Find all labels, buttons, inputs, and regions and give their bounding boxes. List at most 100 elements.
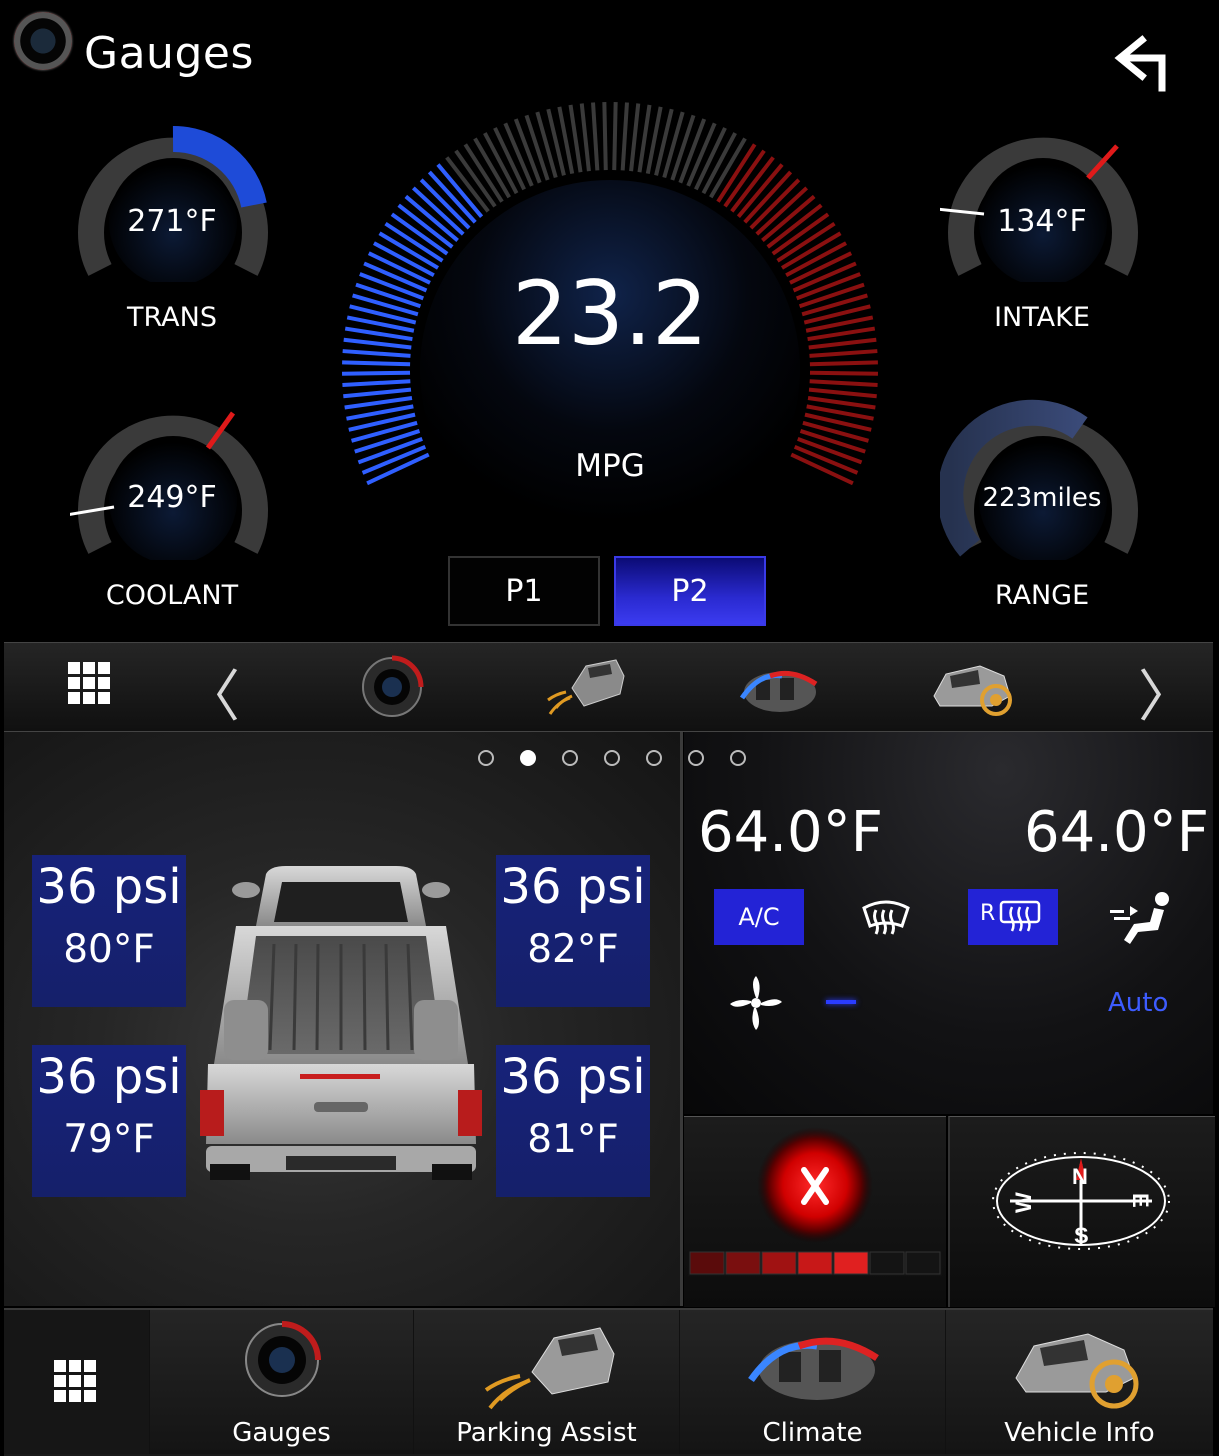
mpg-unit: MPG: [575, 448, 645, 484]
tire-front-right-temp: 82°F: [527, 927, 619, 972]
page-dot[interactable]: [478, 750, 494, 766]
nav-climate[interactable]: Climate: [680, 1310, 946, 1454]
tire-rear-left-temp: 79°F: [63, 1117, 155, 1162]
intake-gauge: [940, 137, 1138, 282]
mpg-tick: [612, 102, 618, 171]
nav-gauges-label: Gauges: [232, 1418, 331, 1448]
ac-button[interactable]: A/C: [714, 889, 804, 945]
mpg-tick: [591, 102, 600, 171]
back-button[interactable]: [1110, 34, 1174, 94]
carousel-vehicle-info-icon[interactable]: [930, 656, 1016, 718]
chevron-left-icon[interactable]: 〈: [184, 652, 240, 733]
rear-defrost-button[interactable]: R: [968, 889, 1058, 945]
grid-menu-icon[interactable]: [68, 662, 110, 704]
mpg-tick: [799, 429, 866, 454]
signal-segment: [761, 1251, 797, 1275]
signal-bar: [688, 1250, 942, 1276]
tire-rear-right: 36 psi 81°F: [496, 1045, 650, 1197]
compass-e: E: [1128, 1193, 1153, 1208]
signal-segment: [689, 1251, 725, 1275]
mpg-tick: [808, 387, 877, 399]
tire-rear-right-pressure: 36 psi: [500, 1049, 646, 1105]
mpg-tick: [809, 370, 879, 376]
rear-defrost-icon: [999, 900, 1041, 932]
mpg-tick: [344, 396, 413, 410]
nav-climate-label: Climate: [762, 1418, 863, 1448]
vehicle-info-icon: [1014, 1333, 1138, 1409]
tire-rear-left-pressure: 36 psi: [36, 1049, 182, 1105]
range-gauge: [940, 399, 1138, 560]
mpg-tick: [342, 349, 411, 358]
fan-icon: [730, 976, 782, 1030]
intake-value: 134°F: [997, 204, 1087, 239]
gauges-icon: [244, 1321, 321, 1397]
mpg-value: 23.2: [512, 262, 708, 365]
right-temperature[interactable]: 64.0°F: [1024, 800, 1209, 865]
carousel-climate-icon[interactable]: [736, 658, 820, 720]
rear-defrost-label: R: [980, 901, 996, 926]
tire-rear-left: 36 psi 79°F: [32, 1045, 186, 1197]
compass-n: N: [1072, 1164, 1088, 1189]
trans-value: 271°F: [127, 204, 217, 239]
signal-segment: [869, 1251, 905, 1275]
compass-icon: N S W E: [992, 1152, 1170, 1250]
coolant-gauge: [70, 411, 268, 560]
mpg-tick: [354, 429, 421, 454]
mpg-tick: [807, 396, 876, 410]
front-defrost-button[interactable]: [860, 896, 912, 938]
nav-vehicle-info[interactable]: Vehicle Info: [946, 1310, 1213, 1454]
page-dot[interactable]: [688, 750, 704, 766]
page-dot[interactable]: [562, 750, 578, 766]
seat-airflow-button[interactable]: [1108, 890, 1174, 946]
mpg-tick: [579, 103, 591, 172]
carousel-gauges-icon[interactable]: [360, 652, 424, 722]
page-dot[interactable]: [730, 750, 746, 766]
fan-speed-bar[interactable]: [826, 1000, 856, 1004]
left-temperature[interactable]: 64.0°F: [698, 800, 883, 865]
chevron-right-icon[interactable]: 〉: [1138, 652, 1194, 733]
mpg-tick: [809, 379, 878, 388]
page-dot[interactable]: [646, 750, 662, 766]
tire-front-left-pressure: 36 psi: [36, 859, 182, 915]
fan-auto-label[interactable]: Auto: [1108, 988, 1168, 1018]
compass-w: W: [1011, 1192, 1036, 1213]
nav-parking-assist-label: Parking Assist: [456, 1418, 637, 1448]
signal-segment: [725, 1251, 761, 1275]
coolant-value: 249°F: [127, 480, 217, 515]
preset-p2-button[interactable]: P2: [614, 556, 766, 626]
signal-segment: [833, 1251, 869, 1275]
nav-gauges[interactable]: Gauges: [150, 1310, 414, 1454]
mpg-tick: [602, 102, 608, 171]
tire-front-left: 36 psi 80°F: [32, 855, 186, 1007]
signal-segment: [905, 1251, 941, 1275]
parking-assist-icon: [484, 1327, 615, 1410]
nav-menu-button[interactable]: [4, 1310, 150, 1454]
warning-indicator: [757, 1127, 873, 1243]
back-arrow-icon: [1114, 35, 1166, 92]
mpg-tick: [342, 360, 411, 367]
mpg-tick: [809, 349, 878, 358]
page-dot[interactable]: [520, 750, 536, 766]
page-dot[interactable]: [604, 750, 620, 766]
range-value: 223miles: [982, 483, 1102, 513]
trans-label: TRANS: [127, 302, 217, 333]
nav-vehicle-info-label: Vehicle Info: [1004, 1418, 1155, 1448]
mpg-tick: [342, 379, 411, 388]
fan-button[interactable]: [728, 974, 784, 1032]
mpg-tick: [341, 370, 411, 376]
pickup-truck-image: [200, 866, 482, 1180]
signal-segment: [797, 1251, 833, 1275]
range-label: RANGE: [994, 580, 1090, 611]
tire-front-left-temp: 80°F: [63, 927, 155, 972]
tire-front-right: 36 psi 82°F: [496, 855, 650, 1007]
tire-rear-right-temp: 81°F: [527, 1117, 619, 1162]
carousel-parking-assist-icon[interactable]: [546, 654, 626, 718]
front-defrost-icon: [862, 900, 910, 935]
mpg-tick: [808, 337, 877, 350]
mpg-tick: [343, 387, 412, 399]
mpg-tick: [809, 360, 878, 367]
preset-p1-button[interactable]: P1: [448, 556, 600, 626]
coolant-label: COOLANT: [105, 580, 239, 611]
seat-airflow-icon: [1110, 892, 1169, 944]
nav-parking-assist[interactable]: Parking Assist: [414, 1310, 680, 1454]
